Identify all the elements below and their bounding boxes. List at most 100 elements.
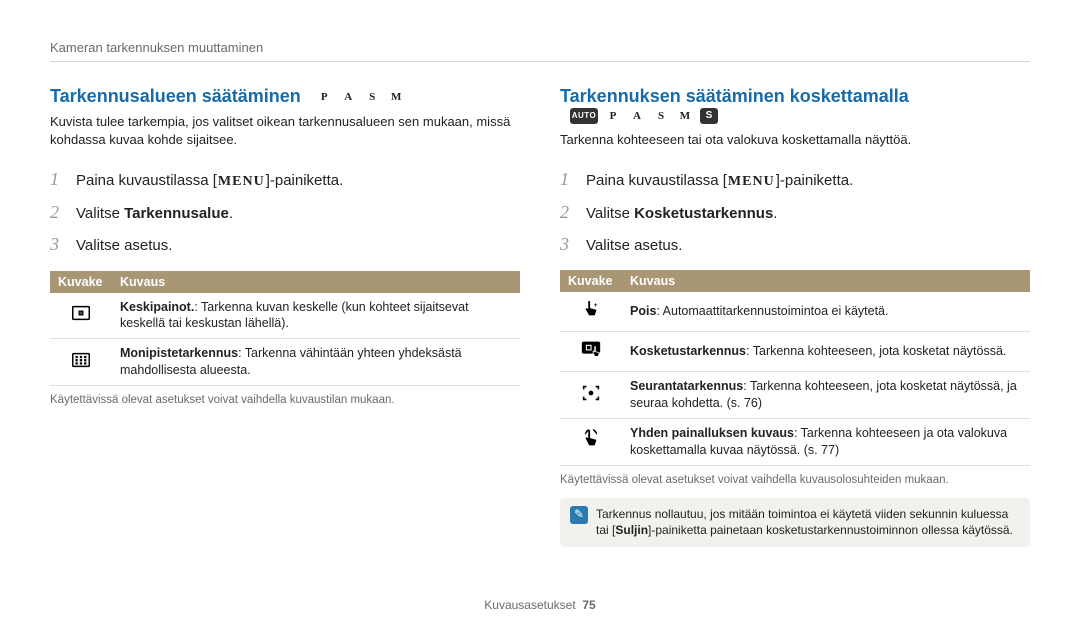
- mode-p-icon: P: [604, 108, 622, 124]
- menu-button-label: MENU: [218, 174, 265, 189]
- section-heading-row: Tarkennusalueen säätäminen P A S M: [50, 86, 520, 107]
- tracking-af-icon: [580, 382, 602, 404]
- step-text: .: [773, 205, 777, 222]
- step-text: Valitse: [76, 205, 124, 222]
- step-number: 3: [560, 228, 576, 260]
- desc-cell: Kosketustarkennus: Tarkenna kohteeseen, …: [622, 332, 1030, 372]
- step-number: 2: [50, 196, 66, 228]
- icon-cell: +: [560, 292, 622, 331]
- footer-label: Kuvausasetukset: [484, 598, 575, 612]
- mode-auto-icon: AUTO: [570, 108, 598, 124]
- callout-text: Tarkennus nollautuu, jos mitään toiminto…: [596, 506, 1020, 540]
- multi-point-icon: [70, 349, 92, 371]
- columns: Tarkennusalueen säätäminen P A S M Kuvis…: [50, 86, 1030, 547]
- info-icon: ✎: [570, 506, 588, 524]
- table-row: Seurantatarkennus: Tarkenna kohteeseen, …: [560, 372, 1030, 419]
- step-text: Paina kuvaustilassa: [76, 172, 213, 189]
- step-text: .: [229, 205, 233, 222]
- desc-cell: Yhden painalluksen kuvaus: Tarkenna koht…: [622, 418, 1030, 465]
- icon-cell: [50, 293, 112, 339]
- step-2: 2 Valitse Tarkennusalue.: [50, 196, 520, 228]
- mode-icons: P A S M: [315, 89, 405, 105]
- table-row: Kosketustarkennus: Tarkenna kohteeseen, …: [560, 332, 1030, 372]
- page-footer: Kuvausasetukset 75: [0, 598, 1080, 612]
- th-desc: Kuvaus: [622, 270, 1030, 292]
- icon-cell: [50, 339, 112, 386]
- icon-cell: [560, 372, 622, 419]
- left-column: Tarkennusalueen säätäminen P A S M Kuvis…: [50, 86, 520, 547]
- th-icon: Kuvake: [560, 270, 622, 292]
- section-intro: Tarkenna kohteeseen tai ota valokuva kos…: [560, 131, 1030, 149]
- desc-cell: Monipistetarkennus: Tarkenna vähintään y…: [112, 339, 520, 386]
- step-text: -painiketta.: [270, 172, 343, 189]
- section-heading-row: Tarkennuksen säätäminen koskettamalla AU…: [560, 86, 1030, 125]
- th-desc: Kuvaus: [112, 271, 520, 293]
- step-number: 1: [50, 163, 66, 195]
- mode-a-icon: A: [628, 108, 646, 124]
- step-number: 1: [560, 163, 576, 195]
- desc-cell: Seurantatarkennus: Tarkenna kohteeseen, …: [622, 372, 1030, 419]
- one-touch-shot-icon: [580, 428, 602, 450]
- row-bold: Pois: [630, 304, 656, 318]
- row-text: : Automaattitarkennustoimintoa ei käytet…: [656, 304, 888, 318]
- step-number: 3: [50, 228, 66, 260]
- info-callout: ✎ Tarkennus nollautuu, jos mitään toimin…: [560, 498, 1030, 548]
- row-bold: Keskipainot.: [120, 300, 194, 314]
- center-point-icon: [70, 302, 92, 324]
- callout-bold: Suljin: [615, 523, 648, 537]
- footnote: Käytettävissä olevat asetukset voivat va…: [50, 394, 520, 406]
- page: Kameran tarkennuksen muuttaminen Tarkenn…: [0, 0, 1080, 630]
- step-text: Valitse asetus.: [586, 232, 682, 259]
- mode-m-icon: M: [387, 89, 405, 105]
- touch-af-icon: [580, 338, 602, 360]
- step-text: Paina kuvaustilassa: [586, 172, 723, 189]
- icon-cell: [560, 418, 622, 465]
- step-text: -painiketta.: [780, 172, 853, 189]
- mode-s-icon: S: [363, 89, 381, 105]
- icon-cell: [560, 332, 622, 372]
- row-bold: Yhden painalluksen kuvaus: [630, 426, 794, 440]
- table-row: Monipistetarkennus: Tarkenna vähintään y…: [50, 339, 520, 386]
- step-3: 3 Valitse asetus.: [560, 228, 1030, 260]
- icon-table: Kuvake Kuvaus + Pois: Automaattitarkennu…: [560, 270, 1030, 465]
- menu-button-label: MENU: [728, 174, 775, 189]
- row-bold: Kosketustarkennus: [630, 344, 746, 358]
- footnote: Käytettävissä olevat asetukset voivat va…: [560, 474, 1030, 486]
- step-2: 2 Valitse Kosketustarkennus.: [560, 196, 1030, 228]
- footer-page: 75: [582, 598, 595, 612]
- callout-post: -painiketta painetaan kosketustarkennust…: [651, 523, 1013, 537]
- steps-list: 1 Paina kuvaustilassa MENU -painiketta. 2…: [50, 163, 520, 260]
- mode-s-icon: S: [652, 108, 670, 124]
- step-1: 1 Paina kuvaustilassa MENU -painiketta.: [560, 163, 1030, 195]
- mode-sbox-icon: S: [700, 108, 718, 124]
- svg-text:+: +: [594, 303, 598, 310]
- step-text: Valitse: [586, 205, 634, 222]
- page-header: Kameran tarkennuksen muuttaminen: [50, 40, 1030, 62]
- icon-table: Kuvake Kuvaus Keskipainot.: Tarkenna kuv…: [50, 271, 520, 387]
- desc-cell: Keskipainot.: Tarkenna kuvan keskelle (k…: [112, 293, 520, 339]
- steps-list: 1 Paina kuvaustilassa MENU -painiketta. 2…: [560, 163, 1030, 260]
- row-bold: Monipistetarkennus: [120, 346, 238, 360]
- mode-m-icon: M: [676, 108, 694, 124]
- desc-cell: Pois: Automaattitarkennustoimintoa ei kä…: [622, 292, 1030, 331]
- step-text: Valitse asetus.: [76, 232, 172, 259]
- step-1: 1 Paina kuvaustilassa MENU -painiketta.: [50, 163, 520, 195]
- mode-icons: AUTO P A S M S: [570, 108, 718, 124]
- row-text: : Tarkenna kohteeseen, jota kosketat näy…: [746, 344, 1006, 358]
- table-row: Keskipainot.: Tarkenna kuvan keskelle (k…: [50, 293, 520, 339]
- touch-off-icon: +: [580, 298, 602, 320]
- step-number: 2: [560, 196, 576, 228]
- section-intro: Kuvista tulee tarkempia, jos valitset oi…: [50, 113, 520, 149]
- th-icon: Kuvake: [50, 271, 112, 293]
- right-column: Tarkennuksen säätäminen koskettamalla AU…: [560, 86, 1030, 547]
- row-bold: Seurantatarkennus: [630, 379, 743, 393]
- step-bold: Kosketustarkennus: [634, 205, 773, 222]
- section-title: Tarkennusalueen säätäminen: [50, 86, 301, 106]
- section-title: Tarkennuksen säätäminen koskettamalla: [560, 86, 909, 106]
- mode-a-icon: A: [339, 89, 357, 105]
- mode-p-icon: P: [315, 89, 333, 105]
- table-row: + Pois: Automaattitarkennustoimintoa ei …: [560, 292, 1030, 331]
- step-bold: Tarkennusalue: [124, 205, 229, 222]
- table-row: Yhden painalluksen kuvaus: Tarkenna koht…: [560, 418, 1030, 465]
- step-3: 3 Valitse asetus.: [50, 228, 520, 260]
